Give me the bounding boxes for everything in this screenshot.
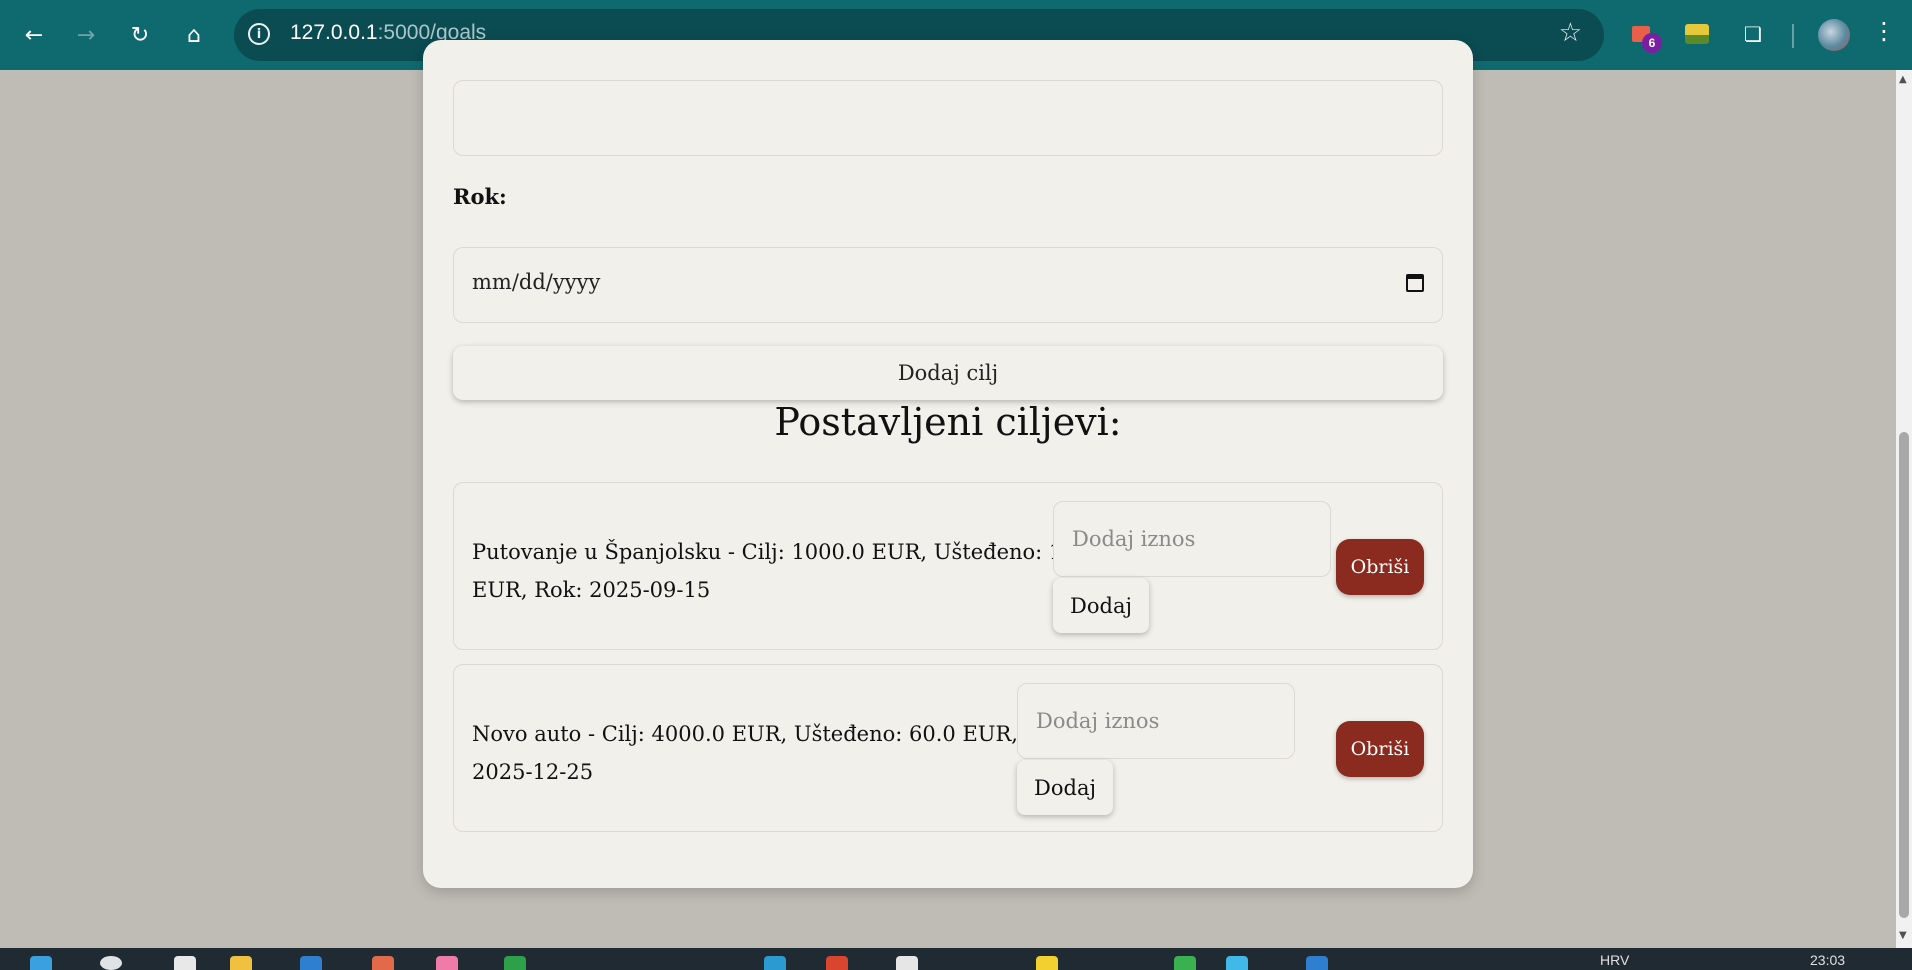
app-icon[interactable] (896, 956, 918, 970)
input-language[interactable]: HRV (1600, 952, 1629, 968)
delete-goal-button[interactable]: Obriši (1336, 721, 1424, 777)
goal-description-line: 2025-12-25 (472, 760, 594, 784)
start-icon[interactable] (30, 956, 52, 970)
goal-target-input[interactable] (453, 80, 1443, 156)
profile-avatar[interactable] (1818, 19, 1850, 51)
app-icon[interactable] (1036, 956, 1058, 970)
app-icon[interactable] (372, 956, 394, 970)
deadline-label: Rok: (453, 184, 507, 209)
goals-heading: Postavljeni ciljevi: (774, 400, 1122, 444)
scrollbar-thumb[interactable] (1899, 432, 1909, 918)
deadline-date-input[interactable]: mm/dd/yyyy (453, 247, 1443, 323)
add-amount-button[interactable]: Dodaj (1017, 760, 1113, 815)
goal-description-line: EUR, Rok: 2025-09-15 (472, 578, 711, 602)
calendar-icon[interactable] (1406, 274, 1424, 292)
delete-goal-button[interactable]: Obriši (1336, 539, 1424, 595)
app-icon[interactable] (764, 956, 786, 970)
app-icon[interactable] (1306, 956, 1328, 970)
url-host: 127.0.0.1 (290, 21, 378, 44)
back-arrow-icon[interactable]: ← (16, 17, 52, 53)
app-icon[interactable] (300, 956, 322, 970)
add-amount-button[interactable]: Dodaj (1053, 578, 1149, 633)
chrome-taskbar-icon[interactable] (826, 956, 848, 970)
goal-description-line: Novo auto - Cilj: 4000.0 EUR, Ušteđeno: … (472, 722, 1073, 746)
goal-item: Putovanje u Španjolsku - Cilj: 1000.0 EU… (453, 482, 1443, 650)
app-icon[interactable] (1174, 956, 1196, 970)
toolbar-divider (1792, 24, 1794, 48)
extension-plant-icon[interactable] (1682, 19, 1712, 49)
search-icon[interactable] (100, 956, 122, 970)
amount-input[interactable]: Dodaj iznos (1053, 501, 1331, 577)
goal-description: Putovanje u Španjolsku - Cilj: 1000.0 EU… (472, 533, 1109, 609)
taskview-icon[interactable] (174, 956, 196, 970)
site-info-icon[interactable]: i (248, 23, 270, 45)
goal-description-line: Putovanje u Španjolsku - Cilj: 1000.0 EU… (472, 540, 1110, 564)
date-placeholder: mm/dd/yyyy (472, 270, 601, 294)
scroll-down-arrow-icon[interactable]: ▼ (1899, 930, 1907, 941)
reload-icon[interactable]: ↻ (122, 17, 158, 53)
app-icon[interactable] (436, 956, 458, 970)
scroll-up-arrow-icon[interactable]: ▲ (1899, 74, 1907, 85)
app-icon[interactable] (1226, 956, 1248, 970)
os-taskbar: HRV 23:03 (0, 948, 1912, 970)
app-icon[interactable] (504, 956, 526, 970)
amount-input[interactable]: Dodaj iznos (1017, 683, 1295, 759)
extension-badge: 6 (1642, 33, 1662, 53)
bookmark-star-icon[interactable]: ☆ (1559, 18, 1582, 48)
home-icon[interactable]: ⌂ (176, 17, 212, 53)
goal-item: Novo auto - Cilj: 4000.0 EUR, Ušteđeno: … (453, 664, 1443, 832)
forward-arrow-icon[interactable]: → (68, 17, 104, 53)
add-goal-button[interactable]: Dodaj cilj (453, 346, 1443, 400)
clock[interactable]: 23:03 (1810, 952, 1845, 968)
file-explorer-icon[interactable] (230, 956, 252, 970)
goal-description: Novo auto - Cilj: 4000.0 EUR, Ušteđeno: … (472, 715, 1073, 791)
extensions-puzzle-icon[interactable]: ❏ (1738, 19, 1768, 49)
menu-kebab-icon[interactable]: ⋮ (1872, 17, 1896, 45)
